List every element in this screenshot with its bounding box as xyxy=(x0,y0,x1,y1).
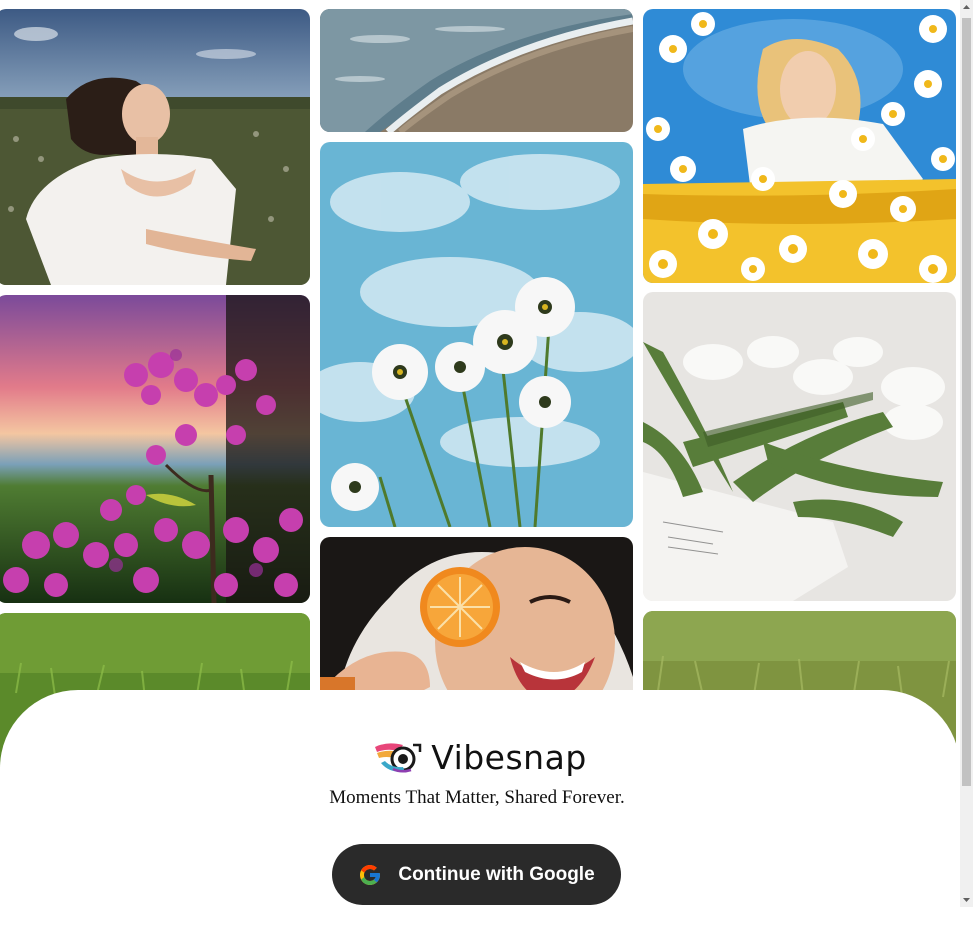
brand-header: Vibesnap xyxy=(0,736,960,778)
gallery-image-beach-shoreline xyxy=(320,9,633,132)
app-tagline: Moments That Matter, Shared Forever. xyxy=(329,787,625,808)
gallery-image-white-tulips xyxy=(643,292,956,601)
gallery-image-woman-white-dress xyxy=(0,9,310,285)
app-name: Vibesnap xyxy=(431,737,587,777)
google-button-label: Continue with Google xyxy=(398,863,595,885)
scrollbar-thumb[interactable] xyxy=(962,18,971,786)
scroll-up-arrow-icon[interactable] xyxy=(960,0,973,14)
camera-eye-logo-icon xyxy=(375,743,422,773)
scroll-down-arrow-icon[interactable] xyxy=(960,893,973,907)
continue-with-google-button[interactable]: Continue with Google xyxy=(332,844,621,905)
gallery-image-woman-daisies xyxy=(643,9,956,283)
gallery-image-white-cosmos xyxy=(320,142,633,527)
vertical-scrollbar[interactable] xyxy=(960,0,973,907)
google-g-icon xyxy=(360,864,381,885)
gallery-image-purple-flowers xyxy=(0,295,310,603)
